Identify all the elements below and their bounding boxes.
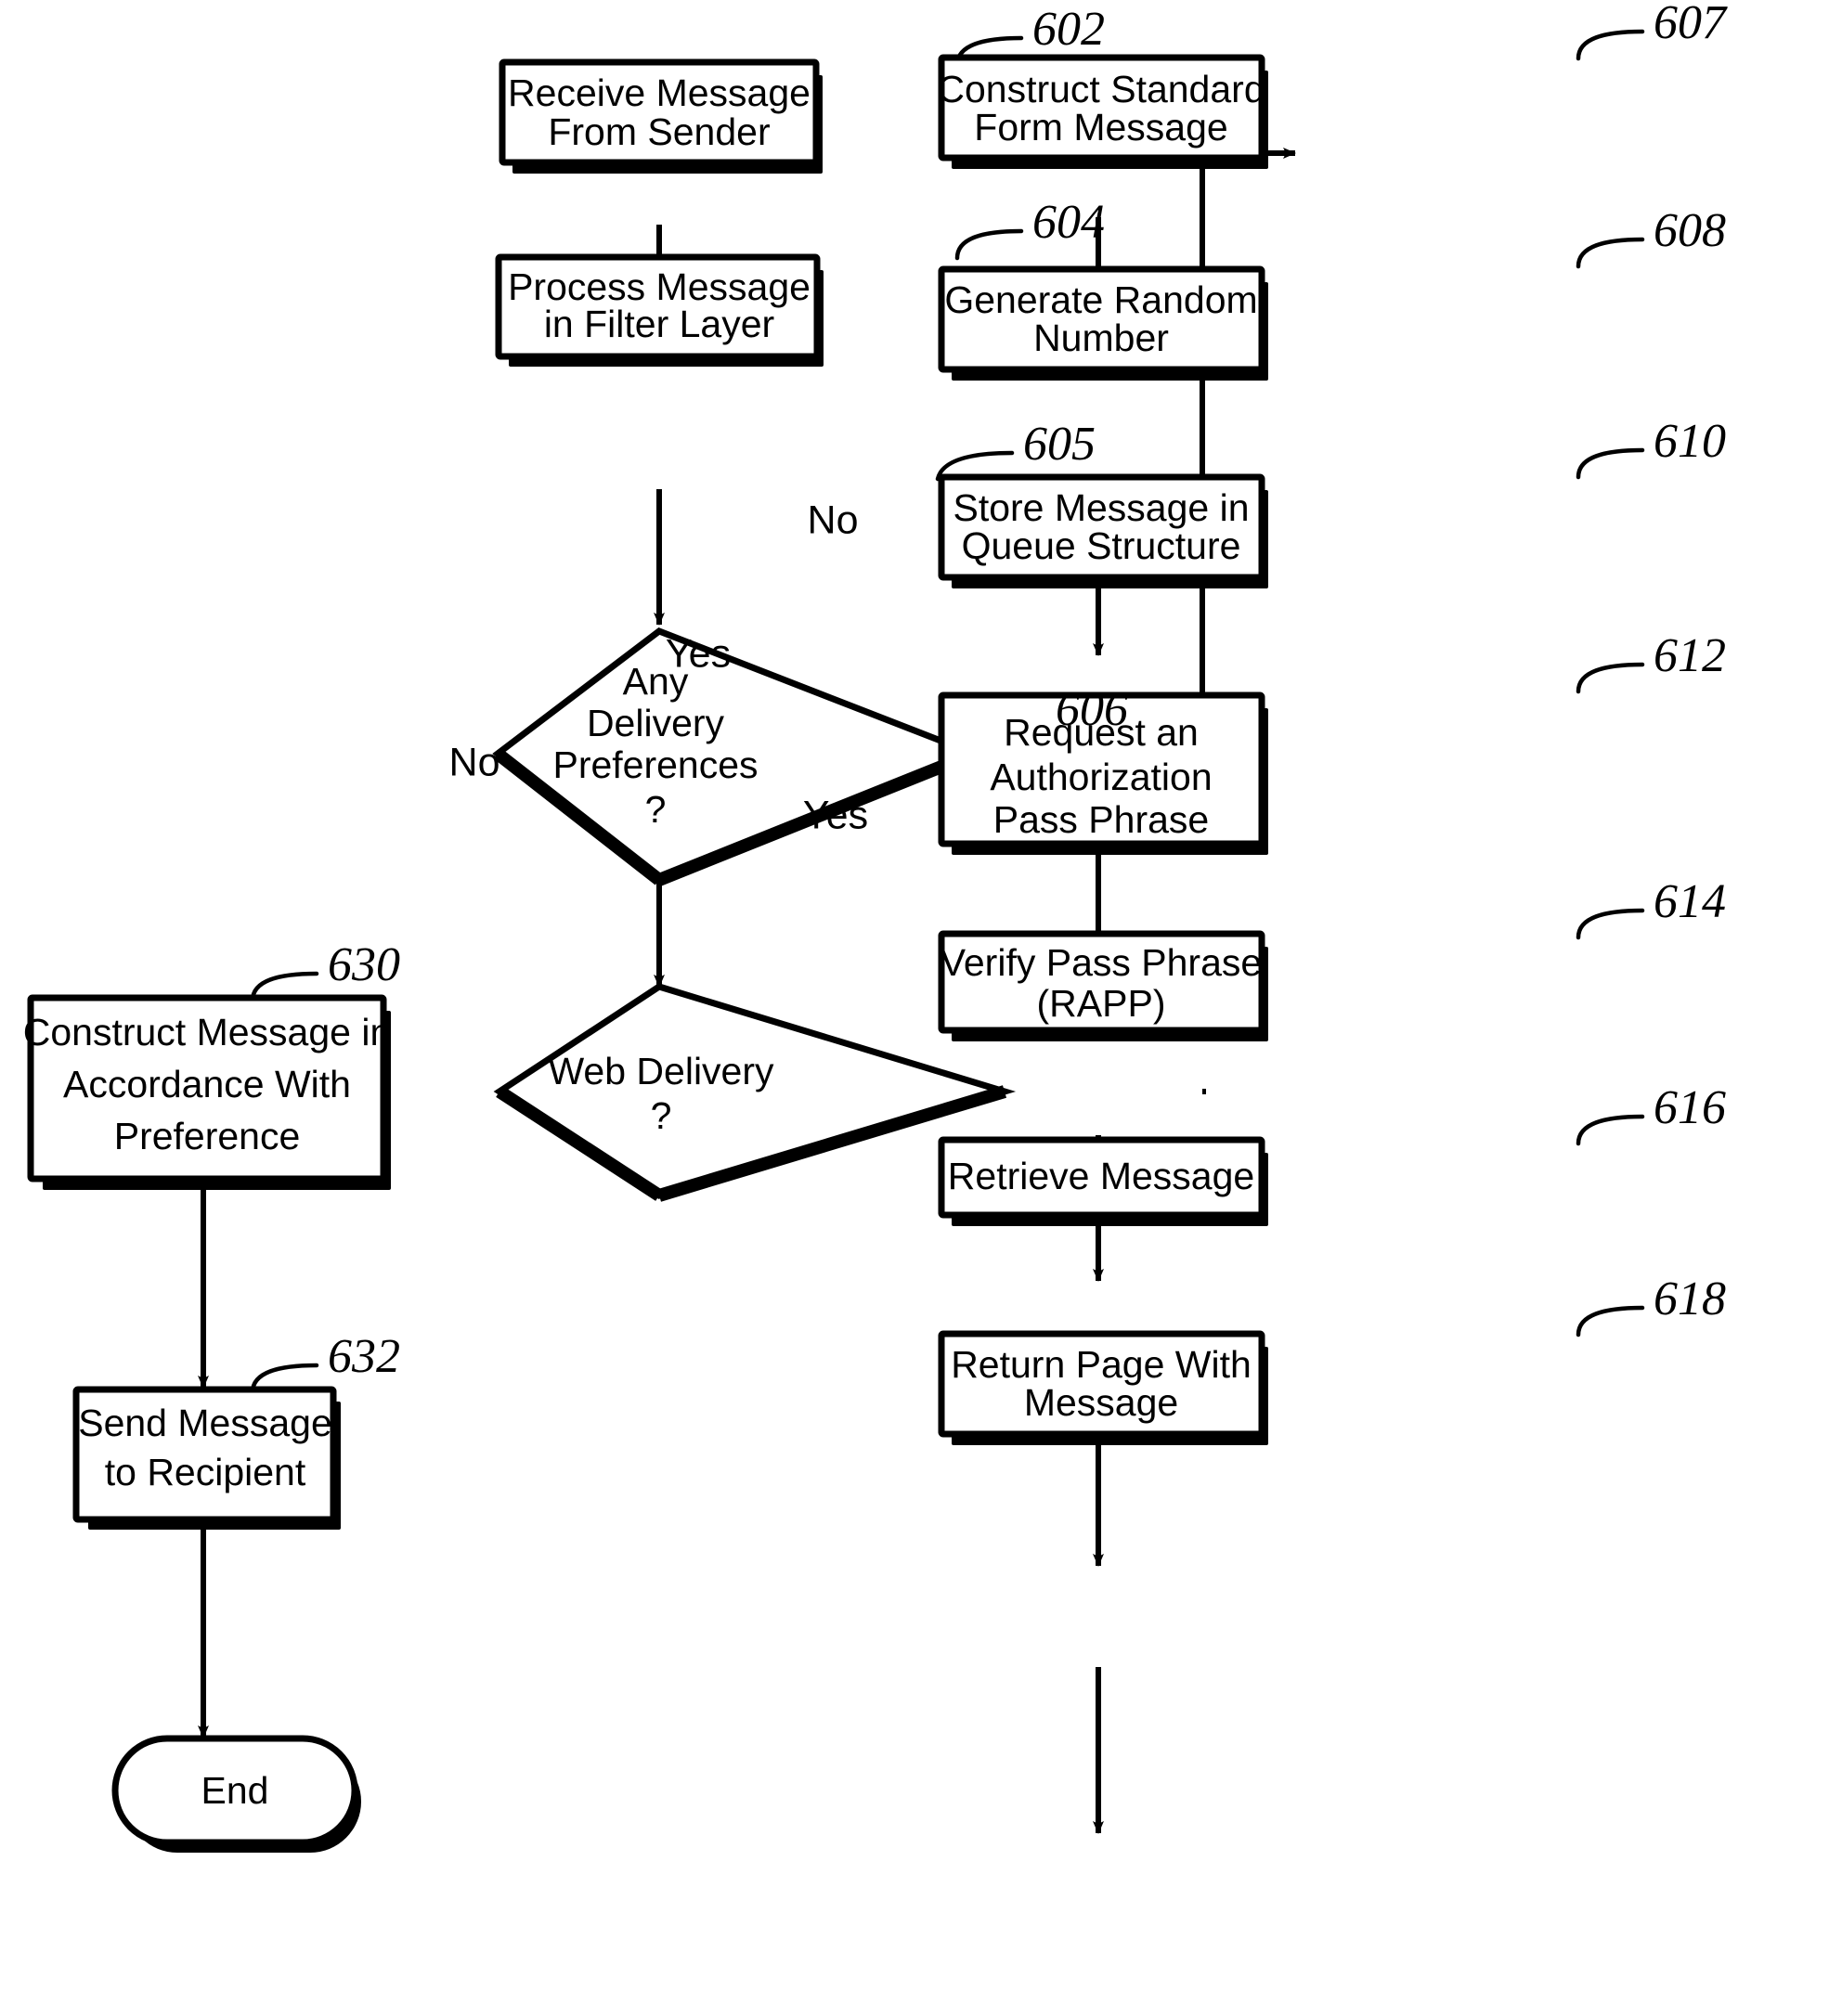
ref-numeral-608: 608: [1654, 204, 1726, 257]
node-608-line-2: Number: [1033, 317, 1169, 359]
node-618-return-page-with-message[interactable]: Return Page With Message: [938, 1330, 1268, 1445]
node-614-line-2: (RAPP): [1037, 982, 1166, 1025]
node-618-line-2: Message: [1024, 1381, 1178, 1424]
branch-label-605-no: No: [808, 498, 859, 542]
node-632-send-message-to-recipient[interactable]: Send Message to Recipient: [72, 1386, 341, 1530]
node-606-line-2: ?: [651, 1094, 672, 1137]
branch-label-605-yes: Yes: [666, 631, 731, 676]
leader-604: [954, 228, 1024, 261]
node-612-line-2: Authorization: [990, 756, 1212, 798]
node-630-line-1: Construct Message in: [23, 1011, 392, 1053]
node-632-line-1: Send Message: [78, 1402, 332, 1444]
ref-numeral-610: 610: [1654, 415, 1726, 468]
leader-610: [1576, 447, 1645, 480]
node-612-line-3: Pass Phrase: [993, 798, 1209, 841]
node-605-any-delivery-preferences-decision[interactable]: Any Delivery Preferences ?: [492, 627, 983, 886]
node-605-line-3: Preferences: [552, 743, 758, 786]
branch-label-606-no: No: [449, 740, 500, 784]
node-604-process-message-in-filter-layer[interactable]: Process Message in Filter Layer: [495, 253, 824, 367]
node-608-generate-random-number[interactable]: Generate Random Number: [938, 265, 1268, 381]
node-608-line-1: Generate Random: [944, 278, 1257, 321]
leader-614: [1576, 908, 1645, 940]
node-607-construct-standard-form-message[interactable]: Construct Standard Form Message: [937, 54, 1268, 169]
node-end-label: End: [201, 1769, 269, 1812]
branch-label-606-yes: Yes: [803, 793, 868, 837]
node-602-line-1: Receive Message: [508, 71, 811, 114]
flowchart-canvas: Receive Message From Sender Process Mess…: [23, 0, 1728, 1853]
leader-612: [1576, 662, 1645, 694]
node-630-line-2: Accordance With: [63, 1063, 351, 1105]
ref-numeral-604: 604: [1032, 196, 1105, 249]
node-610-store-message-in-queue-structure[interactable]: Store Message in Queue Structure: [938, 473, 1268, 588]
ref-numeral-602: 602: [1032, 3, 1105, 56]
ref-numeral-618: 618: [1654, 1273, 1726, 1325]
node-616-retrieve-message[interactable]: Retrieve Message: [938, 1136, 1268, 1226]
node-end-terminator[interactable]: End: [111, 1735, 361, 1853]
node-630-construct-message-in-accordance-with-preference[interactable]: Construct Message in Accordance With Pre…: [23, 994, 392, 1190]
node-606-line-1: Web Delivery: [548, 1050, 774, 1092]
ref-numeral-606: 606: [1056, 683, 1128, 736]
patent-flowchart-figure: Receive Message From Sender Process Mess…: [0, 0, 1829, 2016]
node-630-line-3: Preference: [114, 1115, 301, 1157]
ref-numeral-607: 607: [1654, 0, 1728, 49]
node-632-line-2: to Recipient: [105, 1451, 306, 1493]
leader-618: [1576, 1305, 1645, 1338]
node-604-line-2: in Filter Layer: [544, 303, 774, 345]
node-607-line-2: Form Message: [974, 106, 1227, 149]
node-605-line-2: Delivery: [587, 702, 725, 744]
leader-616: [1576, 1114, 1645, 1146]
ref-numeral-612: 612: [1654, 629, 1726, 682]
node-606-web-delivery-decision[interactable]: Web Delivery ?: [493, 983, 1017, 1202]
leader-608: [1576, 237, 1645, 269]
node-614-verify-pass-phrase-rapp[interactable]: Verify Pass Phrase (RAPP): [938, 930, 1268, 1041]
ref-numeral-630: 630: [328, 938, 400, 991]
node-618-line-1: Return Page With: [951, 1343, 1252, 1386]
node-602-receive-message-from-sender[interactable]: Receive Message From Sender: [499, 58, 823, 174]
node-610-line-2: Queue Structure: [962, 524, 1241, 567]
node-610-line-1: Store Message in: [953, 486, 1249, 529]
ref-numeral-614: 614: [1654, 875, 1726, 928]
ref-numeral-632: 632: [328, 1330, 400, 1383]
node-605-line-4: ?: [645, 788, 667, 831]
node-614-line-1: Verify Pass Phrase: [940, 941, 1262, 984]
node-607-line-1: Construct Standard: [937, 68, 1265, 110]
node-602-line-2: From Sender: [548, 110, 770, 153]
node-616-line-1: Retrieve Message: [948, 1155, 1254, 1197]
ref-numeral-616: 616: [1654, 1081, 1726, 1134]
leader-607: [1576, 29, 1645, 61]
ref-numeral-605: 605: [1023, 418, 1096, 471]
